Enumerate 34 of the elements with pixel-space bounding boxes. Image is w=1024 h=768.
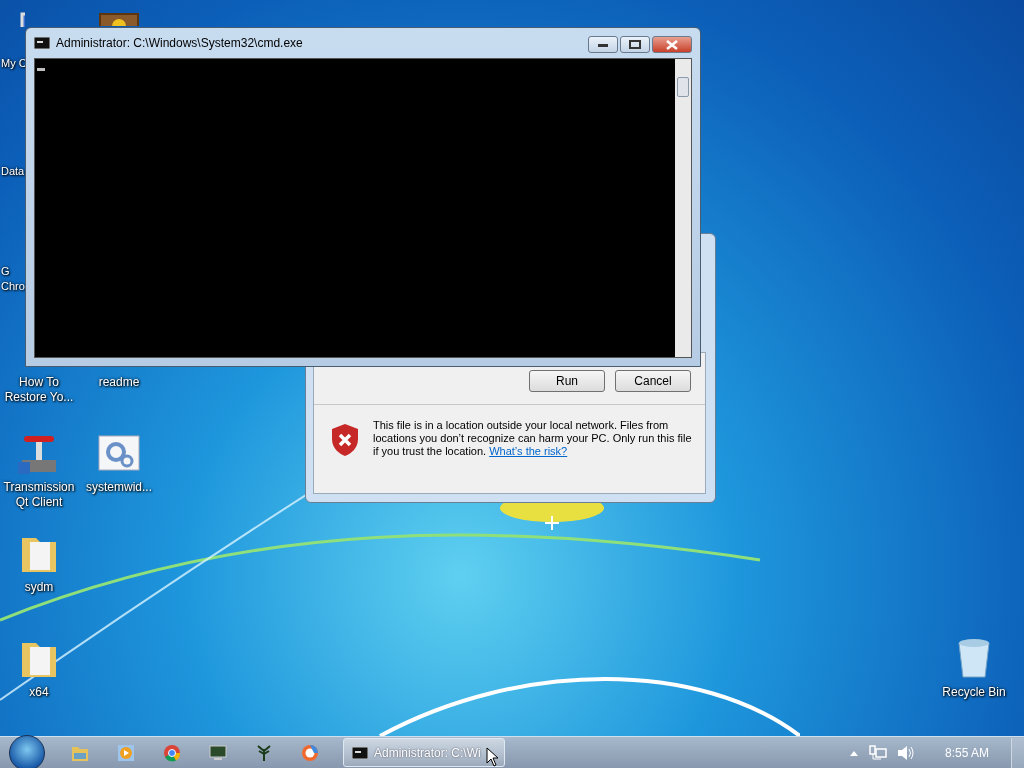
scrollbar[interactable] (675, 59, 691, 357)
risk-link[interactable]: What’s the risk? (489, 445, 568, 457)
browser-icon[interactable] (162, 742, 182, 763)
maximize-button[interactable] (620, 36, 650, 53)
close-button[interactable] (652, 36, 692, 53)
maximize-icon (629, 40, 641, 49)
close-icon (666, 39, 678, 50)
console-icon (352, 746, 368, 759)
globe-icon[interactable] (300, 742, 320, 763)
minimize-button[interactable] (588, 36, 618, 53)
icon-label: How To Restore Yo... (3, 375, 75, 405)
icon-label: Recycle Bin (942, 685, 1006, 700)
start-button[interactable] (9, 734, 45, 768)
text-cursor (37, 68, 45, 71)
warning-text: This file is in a location outside your local network. Files from locations you don’t recognize can harm your PC. Only run this file if you trust the location. What’s the risk? (373, 419, 693, 458)
scroll-thumb[interactable] (677, 77, 689, 97)
network-icon[interactable] (868, 744, 887, 761)
icon-label: Data (1, 164, 25, 179)
icon-label: x64 (29, 685, 49, 700)
minimize-icon (598, 42, 608, 47)
cancel-button[interactable]: Cancel (615, 370, 691, 392)
icon-label: sydm (24, 580, 54, 595)
play-icon[interactable] (116, 742, 136, 763)
shield-error-icon (331, 423, 359, 457)
icon-label: Transmission Qt Client (2, 480, 76, 510)
mouse-pointer-icon (486, 747, 498, 767)
icon-label: systemwid... (86, 480, 152, 495)
window-title: Administrator: C:\Windows\System32\cmd.exe (56, 36, 303, 50)
monitor-icon[interactable] (208, 742, 228, 763)
run-button[interactable]: Run (529, 370, 605, 392)
volume-icon[interactable] (896, 744, 915, 761)
icon-label: readme (98, 375, 140, 390)
icon-label: G Chro (1, 264, 25, 294)
console-icon (34, 37, 50, 49)
